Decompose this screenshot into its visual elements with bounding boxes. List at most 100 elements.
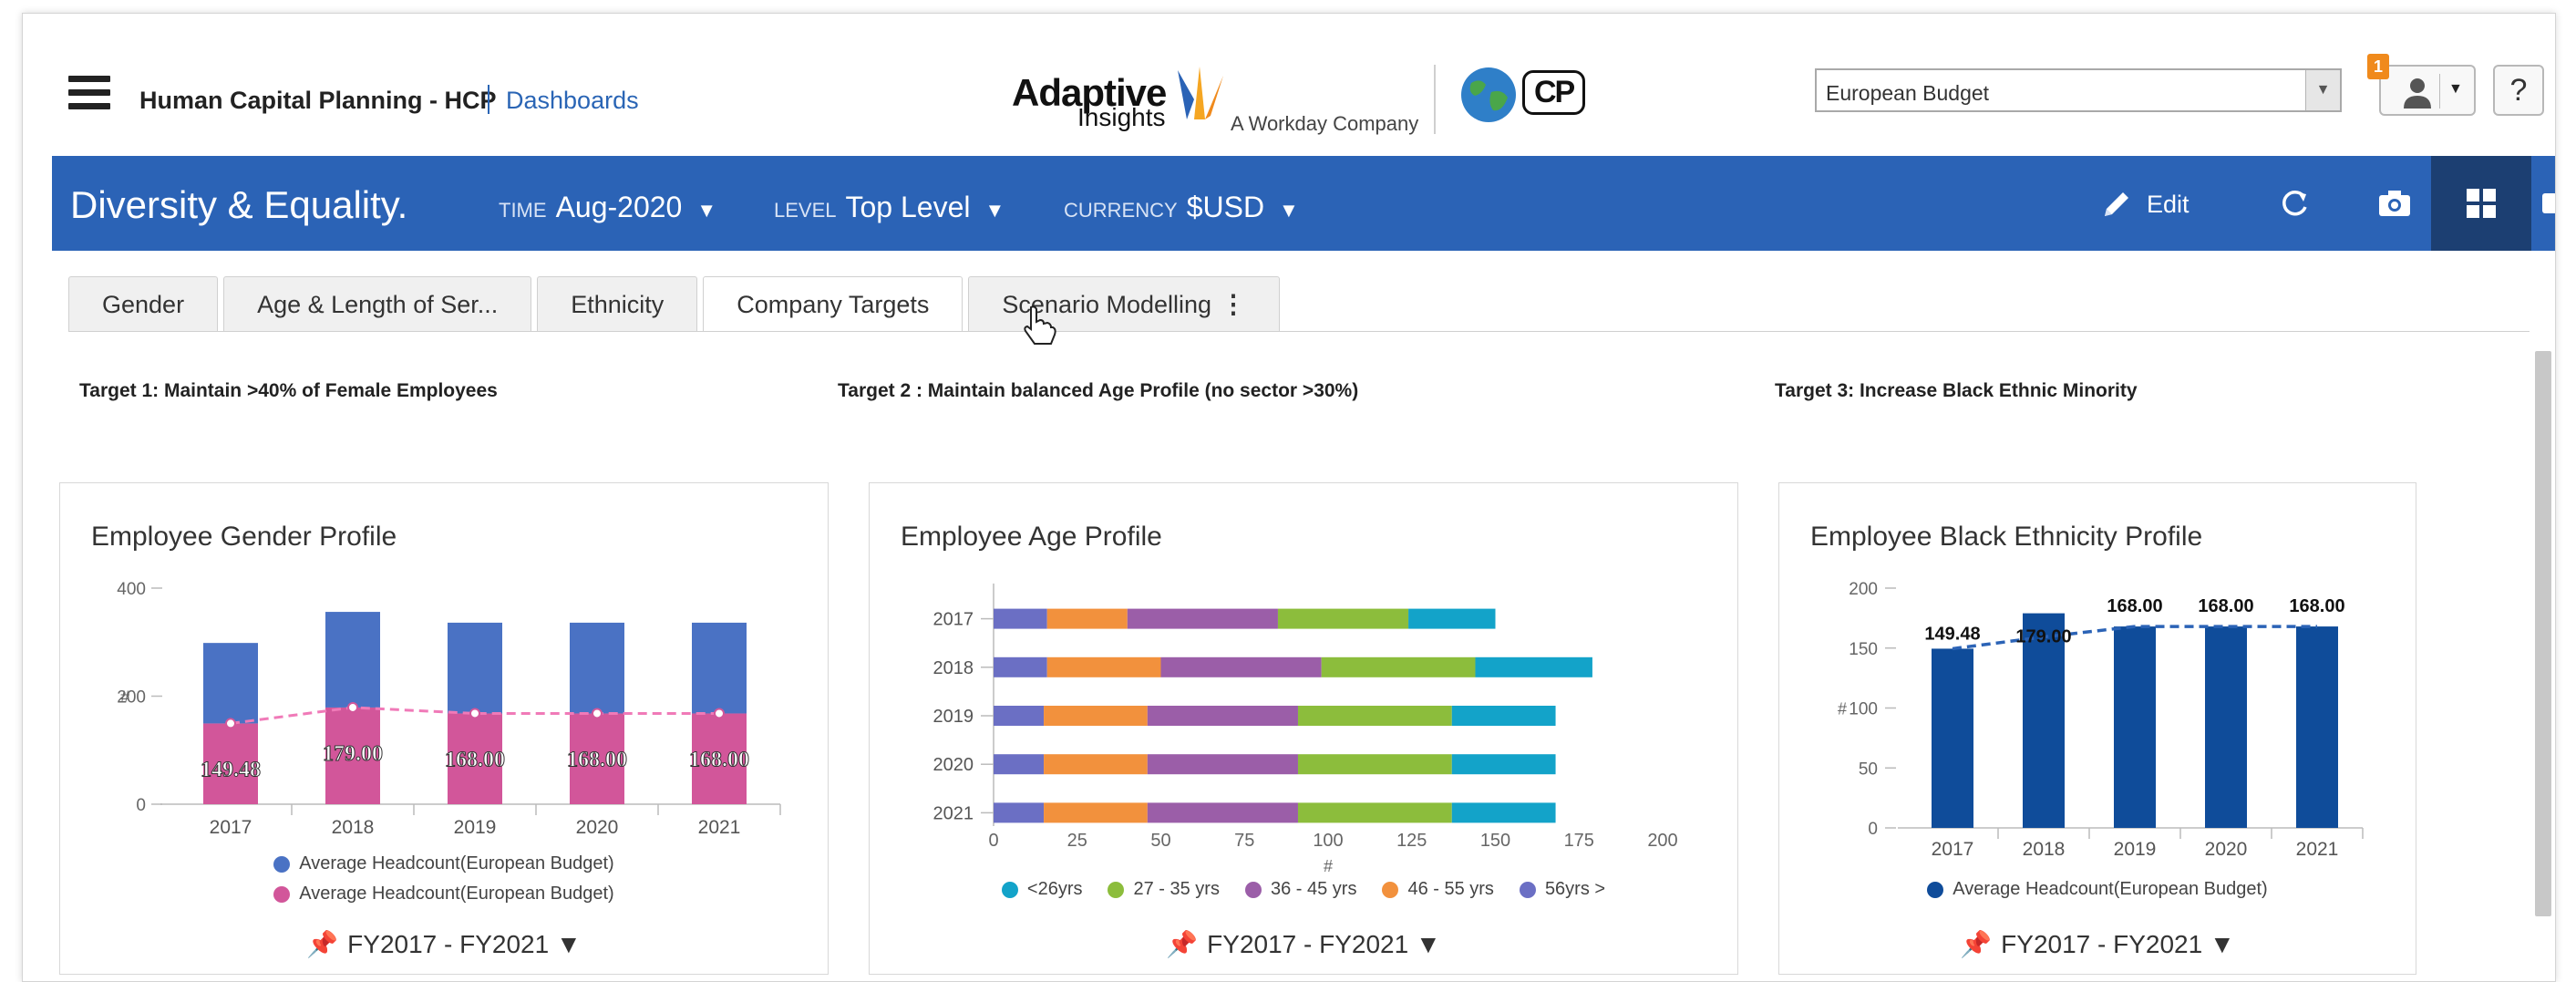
bar-segment xyxy=(1451,802,1556,823)
dashboards-link[interactable]: Dashboards xyxy=(506,87,639,115)
page-title: Diversity & Equality. xyxy=(70,183,408,226)
legend-dot-icon xyxy=(1108,881,1125,898)
logo-workday-text: A Workday Company xyxy=(1231,112,1419,135)
legend-item-male: Average Headcount(European Budget) xyxy=(60,853,828,874)
bar-segment xyxy=(994,802,1045,823)
ethnicity-profile-panel: Employee Black Ethnicity Profile 0 50 100 1… xyxy=(1778,482,2416,975)
grid-view-icon[interactable] xyxy=(2431,156,2531,251)
bar-segment xyxy=(1451,754,1556,775)
x-tick-label: 2017 xyxy=(1932,839,1974,860)
tab-gender[interactable]: Gender xyxy=(68,276,219,331)
currency-selector[interactable]: CURRENCY $USD ▼ xyxy=(1064,191,1299,224)
x-tick-label: 2019 xyxy=(2114,839,2157,860)
bar-segment xyxy=(1147,706,1298,726)
vertical-scrollbar[interactable] xyxy=(2535,351,2551,916)
time-selector[interactable]: TIME Aug-2020 ▼ xyxy=(499,191,716,224)
bar-segment xyxy=(1127,608,1278,629)
bar-segment xyxy=(1147,754,1298,775)
budget-select-value: European Budget xyxy=(1826,81,1990,105)
legend-label: <26yrs xyxy=(1026,879,1083,899)
bar-male xyxy=(325,612,380,708)
y-tick-label: 0 xyxy=(1868,820,1878,839)
y-tick-label: 2021 xyxy=(933,803,974,823)
bar-segment xyxy=(1475,656,1592,677)
data-label: 179.00 xyxy=(323,742,383,766)
data-label: 149.48 xyxy=(201,758,261,781)
video-camera-icon[interactable] xyxy=(2542,156,2555,251)
y-tick-label: 0 xyxy=(136,796,146,815)
legend-item-27-35: 27 - 35 yrs xyxy=(1108,879,1220,900)
bar-male xyxy=(448,622,502,714)
top-bar: Human Capital Planning - HCP Dashboards … xyxy=(23,14,2555,158)
data-label: 168.00 xyxy=(2107,596,2162,616)
trend-point xyxy=(347,701,358,713)
x-axis-label: # xyxy=(1324,857,1333,875)
bar-segment xyxy=(1297,802,1452,823)
legend-dot-icon xyxy=(1519,881,1536,898)
pencil-icon xyxy=(2105,192,2128,216)
refresh-icon[interactable] xyxy=(2258,156,2331,251)
notification-badge[interactable]: 1 xyxy=(2367,54,2389,79)
y-tick-label: 2017 xyxy=(933,610,974,630)
bar-headcount xyxy=(2296,626,2338,828)
gender-legend: Average Headcount(European Budget) Avera… xyxy=(60,853,828,914)
legend-dot-icon xyxy=(273,885,291,903)
y-tick-label: 2019 xyxy=(933,707,974,727)
data-label: 149.48 xyxy=(1924,624,1980,644)
budget-select[interactable]: European Budget ▼ xyxy=(1815,68,2342,112)
tab-company-targets[interactable]: Company Targets xyxy=(703,276,963,331)
legend-label: 56yrs > xyxy=(1544,879,1606,899)
camera-icon[interactable] xyxy=(2358,156,2431,251)
hcp-logo-text: CP xyxy=(1522,70,1586,115)
menu-icon[interactable] xyxy=(68,76,110,110)
x-tick-label: 75 xyxy=(1234,831,1254,851)
globe-icon xyxy=(1461,67,1516,122)
bar-segment xyxy=(1046,608,1128,629)
legend-label: 36 - 45 yrs xyxy=(1270,879,1357,899)
x-tick-label: 2021 xyxy=(2296,839,2339,860)
edit-button[interactable]: Edit xyxy=(2101,189,2190,220)
x-tick-label: 175 xyxy=(1564,831,1594,851)
y-tick-label: 200 xyxy=(1849,580,1878,599)
period-selector[interactable]: 📌 FY2017 - FY2021 ▼ xyxy=(870,929,1737,959)
tab-scenario-modelling[interactable]: Scenario Modelling ⋮ xyxy=(968,276,1281,332)
caret-down-icon: ▼ xyxy=(984,199,1005,222)
legend-item-under-26: <26yrs xyxy=(1001,879,1083,900)
trend-point xyxy=(592,708,603,719)
chevron-down-icon[interactable]: ▼ xyxy=(2305,70,2340,110)
tab-ethnicity[interactable]: Ethnicity xyxy=(537,276,698,331)
user-menu-button[interactable]: ▼ xyxy=(2379,65,2476,116)
tab-age-length-of-service[interactable]: Age & Length of Ser... xyxy=(223,276,532,331)
more-vertical-icon[interactable]: ⋮ xyxy=(1221,277,1246,332)
x-tick-label: 2019 xyxy=(454,817,497,838)
x-tick-label: 25 xyxy=(1067,831,1087,851)
help-button[interactable]: ? xyxy=(2493,65,2544,116)
period-label: FY2017 - FY2021 xyxy=(1207,930,1409,958)
age-profile-panel: Employee Age Profile 0 25 50 75 100 125 150 175… xyxy=(869,482,1738,975)
period-selector[interactable]: 📌 FY2017 - FY2021 ▼ xyxy=(1779,929,2416,959)
bar-segment xyxy=(1044,706,1148,726)
caret-down-icon[interactable]: ▼ xyxy=(2448,81,2463,98)
bar-segment xyxy=(1297,754,1452,775)
y-tick-label: 150 xyxy=(1849,640,1878,659)
legend-label: Average Headcount(European Budget) xyxy=(1953,879,2268,899)
bar-segment xyxy=(994,608,1047,629)
bar-headcount xyxy=(2205,626,2247,828)
x-tick-label: 2018 xyxy=(332,817,375,838)
y-tick-label: 400 xyxy=(117,580,146,599)
legend-label: Average Headcount(European Budget) xyxy=(299,853,614,873)
gender-chart: 0200400#2017149.482018179.002019168.0020… xyxy=(117,580,781,838)
data-label: 168.00 xyxy=(2198,596,2253,616)
level-selector[interactable]: LEVEL Top Level ▼ xyxy=(774,191,1005,224)
x-tick-label: 2020 xyxy=(2205,839,2248,860)
x-tick-label: 125 xyxy=(1396,831,1427,851)
age-legend: <26yrs 27 - 35 yrs 36 - 45 yrs 46 - 55 y… xyxy=(870,879,1737,900)
pin-icon: 📌 xyxy=(1960,930,1993,958)
bar-segment xyxy=(994,754,1045,775)
bar-headcount xyxy=(2114,626,2156,828)
period-selector[interactable]: 📌 FY2017 - FY2021 ▼ xyxy=(60,929,828,959)
hand-cursor-icon xyxy=(1024,305,1056,345)
x-tick-label: 50 xyxy=(1150,831,1170,851)
x-tick-label: 2020 xyxy=(576,817,619,838)
y-axis-label: # xyxy=(120,688,129,707)
